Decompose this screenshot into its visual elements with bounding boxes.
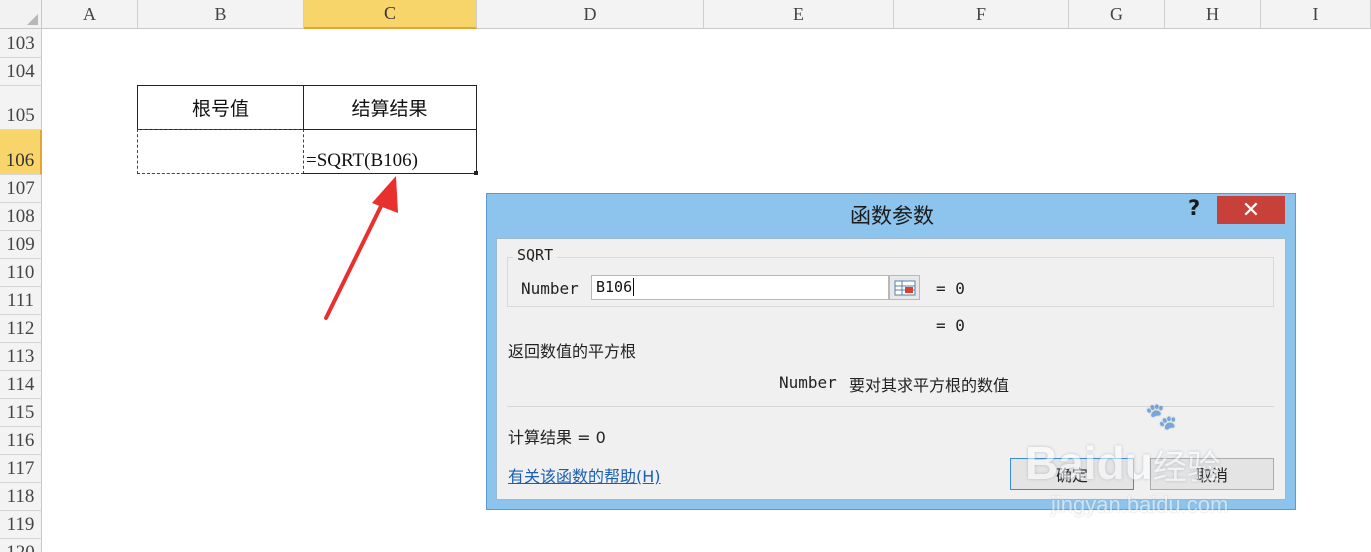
- number-argument-input[interactable]: B106: [591, 275, 889, 300]
- function-result-preview: = 0: [936, 316, 965, 335]
- watermark-suffix: 经验: [1152, 449, 1221, 487]
- arrow-to-formula-icon: [324, 176, 398, 320]
- dialog-title: 函数参数: [850, 204, 934, 228]
- collapse-dialog-button[interactable]: [889, 275, 920, 300]
- watermark-url: jingyan.baidu.com: [1051, 492, 1229, 517]
- argument-description-name: Number: [779, 373, 837, 392]
- arg-label-number: Number: [521, 279, 579, 298]
- range-select-icon: [894, 280, 915, 295]
- function-help-link[interactable]: 有关该函数的帮助(H): [508, 463, 661, 487]
- watermark-brand2: du: [1096, 437, 1153, 489]
- baidu-watermark: 🐾 Baidu经验 jingyan.baidu.com: [1025, 398, 1315, 518]
- argument-description-text: 要对其求平方根的数值: [849, 376, 1010, 395]
- help-icon[interactable]: ?: [1188, 196, 1200, 220]
- paw-icon: 🐾: [1145, 402, 1178, 432]
- argument-result: = 0: [936, 279, 965, 298]
- function-name-label: SQRT: [513, 246, 558, 264]
- function-description: 返回数值的平方根: [508, 342, 637, 361]
- watermark-brand: Bai: [1025, 437, 1097, 489]
- calculation-result: 计算结果 = 0: [508, 428, 606, 447]
- close-icon[interactable]: ✕: [1217, 196, 1285, 224]
